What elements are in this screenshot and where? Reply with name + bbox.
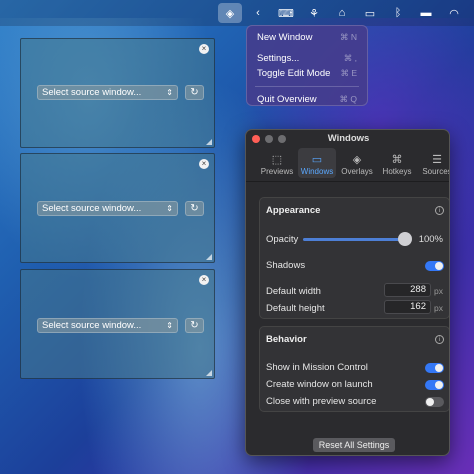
layers-icon[interactable]: ◈ bbox=[218, 3, 242, 23]
behavior-group: Behavior i Show in Mission Control Creat… bbox=[259, 326, 449, 412]
menu-shortcut: ⌘ , bbox=[343, 53, 357, 63]
menu-item-label: Settings... bbox=[257, 53, 300, 64]
chevron-updown-icon: ⇕ bbox=[166, 204, 173, 213]
tab-label: Overlays bbox=[341, 167, 373, 176]
create-on-launch-toggle[interactable] bbox=[425, 380, 444, 390]
bluetooth-icon[interactable]: ᛒ bbox=[386, 3, 410, 23]
overlay-window-2[interactable]: × Select source window... ⇕ ↻ bbox=[20, 153, 215, 263]
close-icon[interactable]: × bbox=[199, 275, 209, 285]
opacity-label: Opacity bbox=[266, 234, 299, 245]
bed-icon[interactable]: ⌂ bbox=[330, 3, 354, 23]
close-icon[interactable]: × bbox=[199, 159, 209, 169]
menu-item-label: New Window bbox=[257, 32, 313, 43]
stack-icon: ☰ bbox=[432, 154, 442, 166]
menu-shortcut: ⌘ N bbox=[340, 32, 357, 42]
chevron-updown-icon: ⇕ bbox=[166, 321, 173, 330]
overview-menu: New Window ⌘ N Settings... ⌘ , Toggle Ed… bbox=[246, 25, 368, 106]
source-window-select[interactable]: Select source window... ⇕ bbox=[37, 85, 178, 100]
close-icon[interactable]: × bbox=[199, 44, 209, 54]
tab-hotkeys[interactable]: ⌘ Hotkeys bbox=[378, 148, 416, 178]
default-width-label: Default width bbox=[266, 286, 321, 297]
tab-previews[interactable]: ⬚ Previews bbox=[258, 148, 296, 178]
close-with-source-toggle[interactable] bbox=[425, 397, 444, 407]
source-window-select[interactable]: Select source window... ⇕ bbox=[37, 201, 178, 216]
layers-icon: ◈ bbox=[352, 154, 362, 166]
group-title: Appearance bbox=[266, 205, 321, 216]
reset-all-settings-button[interactable]: Reset All Settings bbox=[313, 438, 395, 452]
resize-handle-icon[interactable] bbox=[206, 139, 212, 145]
refresh-icon: ↻ bbox=[190, 320, 199, 331]
window-icon: ▭ bbox=[311, 154, 323, 166]
opacity-slider[interactable] bbox=[303, 238, 407, 241]
shadows-toggle[interactable] bbox=[425, 261, 444, 271]
chevron-left-icon[interactable]: ‹ bbox=[246, 3, 270, 23]
menu-item-toggle-edit-mode[interactable]: Toggle Edit Mode ⌘ E bbox=[247, 66, 367, 81]
overlay-window-3[interactable]: × Select source window... ⇕ ↻ bbox=[20, 269, 215, 379]
opacity-slider-knob[interactable] bbox=[398, 232, 412, 246]
refresh-icon: ↻ bbox=[190, 203, 199, 214]
settings-window: Windows ⬚ Previews ▭ Windows ◈ Overlays … bbox=[245, 129, 450, 456]
command-icon: ⌘ bbox=[391, 154, 403, 166]
default-width-field[interactable]: 288 bbox=[384, 283, 431, 297]
default-height-label: Default height bbox=[266, 303, 325, 314]
source-window-select[interactable]: Select source window... ⇕ bbox=[37, 318, 178, 333]
refresh-button[interactable]: ↻ bbox=[185, 318, 204, 333]
height-unit: px bbox=[434, 303, 443, 313]
menu-shortcut: ⌘ Q bbox=[339, 94, 357, 104]
refresh-icon: ↻ bbox=[190, 87, 199, 98]
tab-sources[interactable]: ☰ Sources bbox=[418, 148, 450, 178]
group-title: Behavior bbox=[266, 334, 307, 345]
mission-control-toggle[interactable] bbox=[425, 363, 444, 373]
refresh-button[interactable]: ↻ bbox=[185, 85, 204, 100]
handshake-icon[interactable]: ⚘ bbox=[302, 3, 326, 23]
chevron-updown-icon: ⇕ bbox=[166, 88, 173, 97]
menu-item-new-window[interactable]: New Window ⌘ N bbox=[247, 30, 367, 45]
mission-control-label: Show in Mission Control bbox=[266, 362, 368, 373]
keyboard-icon[interactable]: ⌨ bbox=[274, 3, 298, 23]
toolbar-divider bbox=[246, 181, 449, 182]
dashed-rect-icon: ⬚ bbox=[271, 154, 283, 166]
resize-handle-icon[interactable] bbox=[206, 370, 212, 376]
menu-shortcut: ⌘ E bbox=[340, 68, 357, 78]
resize-handle-icon[interactable] bbox=[206, 254, 212, 260]
overlay-window-1[interactable]: × Select source window... ⇕ ↻ bbox=[20, 38, 215, 148]
tab-label: Sources bbox=[422, 167, 450, 176]
close-with-source-label: Close with preview source bbox=[266, 396, 377, 407]
menu-item-label: Quit Overview bbox=[257, 94, 317, 105]
menu-item-settings[interactable]: Settings... ⌘ , bbox=[247, 51, 367, 66]
tab-windows[interactable]: ▭ Windows bbox=[298, 148, 336, 178]
menu-separator bbox=[255, 86, 359, 87]
menu-item-label: Toggle Edit Mode bbox=[257, 68, 331, 79]
create-on-launch-label: Create window on launch bbox=[266, 379, 373, 390]
opacity-value: 100% bbox=[418, 234, 443, 245]
default-height-field[interactable]: 162 bbox=[384, 300, 431, 314]
battery-icon[interactable]: ▬ bbox=[414, 3, 438, 23]
wifi-icon[interactable]: ◠ bbox=[442, 3, 466, 23]
select-label: Select source window... bbox=[42, 87, 142, 98]
info-icon[interactable]: i bbox=[435, 335, 444, 344]
tab-overlays[interactable]: ◈ Overlays bbox=[338, 148, 376, 178]
window-title: Windows bbox=[327, 133, 370, 144]
tab-label: Hotkeys bbox=[382, 167, 412, 176]
tab-label: Windows bbox=[300, 167, 334, 176]
select-label: Select source window... bbox=[42, 320, 142, 331]
menu-bar: ◈ ‹ ⌨ ⚘ ⌂ ▭ ᛒ ▬ ◠ bbox=[0, 0, 474, 26]
select-label: Select source window... bbox=[42, 203, 142, 214]
info-icon[interactable]: i bbox=[435, 206, 444, 215]
tab-label: Previews bbox=[260, 167, 294, 176]
menu-item-quit-overview[interactable]: Quit Overview ⌘ Q bbox=[247, 92, 367, 107]
display-icon[interactable]: ▭ bbox=[358, 3, 382, 23]
shadows-label: Shadows bbox=[266, 260, 306, 271]
refresh-button[interactable]: ↻ bbox=[185, 201, 204, 216]
width-unit: px bbox=[434, 286, 443, 296]
settings-tabs: ⬚ Previews ▭ Windows ◈ Overlays ⌘ Hotkey… bbox=[258, 148, 450, 178]
appearance-group: Appearance i Opacity 100% Shadows Defaul… bbox=[259, 197, 449, 319]
